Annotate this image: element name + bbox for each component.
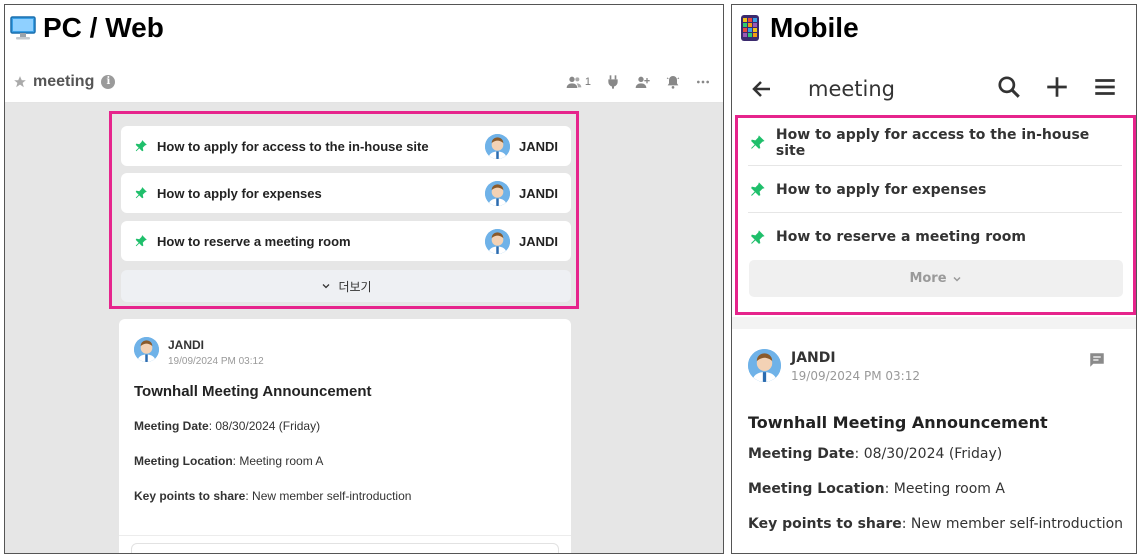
- message-field: Key points to share: New member self-int…: [134, 489, 412, 503]
- header-toolbar: [996, 74, 1118, 105]
- message-author[interactable]: JANDI: [168, 338, 264, 352]
- chevron-down-icon: [953, 276, 961, 282]
- message-field: Key points to share: New member self-int…: [748, 516, 1124, 532]
- pinned-item[interactable]: How to reserve a meeting room JANDI: [121, 221, 571, 261]
- monitor-icon: [9, 14, 37, 42]
- pinned-item-title: How to reserve a meeting room: [776, 229, 1026, 245]
- channel-name: meeting: [33, 72, 95, 90]
- show-more-button[interactable]: More: [749, 260, 1123, 297]
- menu-button[interactable]: [1092, 74, 1118, 105]
- pinned-highlight-box: How to apply for access to the in-house …: [735, 115, 1136, 315]
- pinned-item-author: JANDI: [484, 228, 558, 254]
- message-timestamp: 19/09/2024 PM 03:12: [168, 356, 264, 367]
- mobile-app-icon: [736, 14, 764, 42]
- pinned-item-author: JANDI: [484, 133, 558, 159]
- pinned-item[interactable]: How to apply for expenses: [748, 167, 1122, 213]
- message-card: JANDI 19/09/2024 PM 03:12 Townhall Meeti…: [732, 329, 1136, 553]
- mobile-frame: Mobile meeting How to apply for access t…: [731, 4, 1137, 554]
- avatar[interactable]: [134, 337, 159, 362]
- message-author[interactable]: JANDI: [791, 350, 920, 366]
- search-icon: [998, 75, 1020, 98]
- menu-icon: [1095, 78, 1115, 95]
- pin-icon: [749, 134, 766, 151]
- pin-icon: [134, 186, 148, 200]
- pc-web-label: PC / Web: [9, 12, 164, 44]
- members-button[interactable]: 1: [566, 74, 591, 90]
- message-timestamp: 19/09/2024 PM 03:12: [791, 369, 920, 383]
- mobile-channel-header: meeting: [732, 65, 1136, 113]
- member-count: 1: [584, 75, 591, 88]
- more-options-button[interactable]: [695, 74, 711, 90]
- pin-icon: [749, 229, 766, 246]
- plug-icon: [608, 74, 618, 89]
- avatar: [484, 228, 510, 254]
- message-field: Meeting Date: 08/30/2024 (Friday): [134, 419, 321, 433]
- info-icon[interactable]: i: [101, 74, 116, 89]
- avatar: [484, 180, 510, 206]
- comment-icon[interactable]: [1088, 351, 1106, 369]
- pinned-highlight-box: How to apply for access to the in-house …: [109, 111, 579, 309]
- avatar: [484, 133, 510, 159]
- chevron-down-icon: [322, 284, 330, 289]
- pinned-item[interactable]: How to apply for access to the in-house …: [748, 120, 1122, 166]
- pinned-item-title: How to apply for expenses: [157, 185, 322, 201]
- pin-icon: [749, 181, 766, 198]
- invite-member-button[interactable]: [635, 74, 651, 90]
- pinned-item[interactable]: How to apply for access to the in-house …: [121, 126, 571, 166]
- pinned-item-author: JANDI: [484, 180, 558, 206]
- message-header: JANDI 19/09/2024 PM 03:12: [134, 337, 264, 367]
- pin-icon: [134, 139, 148, 153]
- members-icon: [566, 76, 582, 88]
- pinned-item-title: How to reserve a meeting room: [157, 233, 351, 249]
- show-more-button[interactable]: 더보기: [121, 270, 571, 302]
- pc-channel-header: meeting i 1: [5, 61, 723, 103]
- pinned-item-title: How to apply for expenses: [776, 181, 987, 198]
- search-button[interactable]: [996, 74, 1022, 105]
- add-member-icon: [635, 76, 650, 88]
- message-card: JANDI 19/09/2024 PM 03:12 Townhall Meeti…: [119, 319, 571, 553]
- header-toolbar: 1: [566, 74, 715, 90]
- message-title: Townhall Meeting Announcement: [748, 413, 1048, 432]
- message-field: Meeting Location: Meeting room A: [748, 481, 1005, 497]
- notification-button[interactable]: [665, 74, 681, 90]
- plus-icon: [1047, 76, 1067, 97]
- message-title: Townhall Meeting Announcement: [134, 383, 372, 400]
- message-header: JANDI 19/09/2024 PM 03:12: [748, 349, 920, 383]
- pc-message-area: How to apply for access to the in-house …: [5, 103, 723, 553]
- message-field: Meeting Location: Meeting room A: [134, 454, 324, 468]
- pinned-item-title: How to apply for access to the in-house …: [157, 138, 429, 154]
- mobile-label: Mobile: [736, 12, 859, 44]
- pinned-item[interactable]: How to reserve a meeting room: [748, 214, 1122, 260]
- pc-web-frame: PC / Web meeting i 1 How to apply for ac…: [4, 4, 724, 554]
- pinned-item-title: How to apply for access to the in-house …: [775, 126, 1090, 159]
- pin-icon: [134, 234, 148, 248]
- more-icon: [697, 80, 709, 83]
- divider: [732, 317, 1136, 329]
- bell-icon: [666, 75, 680, 89]
- back-arrow-icon[interactable]: [750, 77, 774, 101]
- star-icon[interactable]: [13, 75, 27, 89]
- add-button[interactable]: [1044, 74, 1070, 105]
- integration-button[interactable]: [605, 74, 621, 90]
- comment-input[interactable]: [131, 543, 559, 553]
- channel-name: meeting: [808, 77, 896, 101]
- pinned-item[interactable]: How to apply for expenses JANDI: [121, 173, 571, 213]
- divider: [119, 535, 571, 536]
- message-field: Meeting Date: 08/30/2024 (Friday): [748, 446, 1003, 462]
- avatar[interactable]: [748, 349, 781, 382]
